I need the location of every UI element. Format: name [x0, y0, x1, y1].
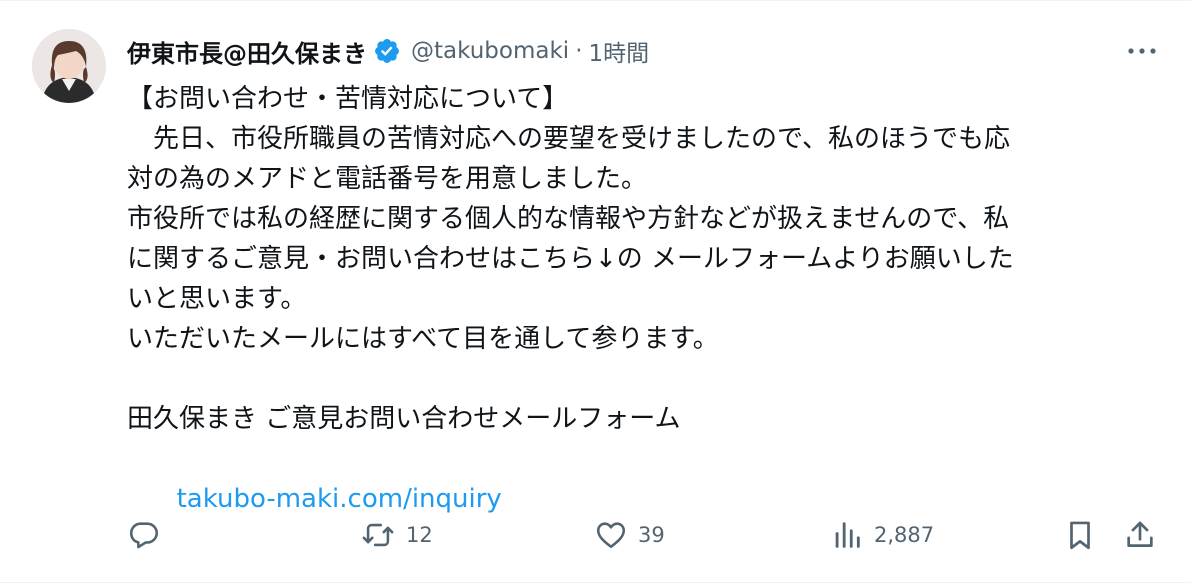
- share-icon: [1127, 521, 1153, 547]
- bookmark-button[interactable]: [1063, 513, 1097, 557]
- inquiry-link[interactable]: takubo-maki.com/inquiry: [177, 484, 502, 514]
- retweet-icon: [362, 523, 394, 547]
- timestamp[interactable]: 1時間: [589, 34, 650, 68]
- tweet-line: 対の為のメアドと電話番号を用意しました。: [127, 164, 648, 194]
- tweet-line: 先日、市役所職員の苦情対応への要望を受けましたので、私のほうでも応: [127, 124, 1010, 154]
- views-icon: [835, 522, 860, 548]
- tweet-line: 【お問い合わせ・苦情対応について】: [127, 84, 569, 114]
- tweet-header: 伊東市長@田久保まき @takubomaki · 1時間: [127, 31, 649, 71]
- user-handle[interactable]: @takubomaki: [411, 38, 569, 64]
- tweet-line: いと思います。: [127, 284, 307, 314]
- views-button[interactable]: 2,887: [830, 513, 934, 557]
- tweet-line: 市役所では私の経歴に関する個人的な情報や方針などが扱えませんので、私: [127, 204, 1010, 234]
- display-name[interactable]: 伊東市長@田久保まき: [127, 34, 367, 69]
- more-options-icon[interactable]: [1124, 37, 1160, 65]
- header-separator: ·: [575, 38, 583, 64]
- retweet-count: 12: [406, 523, 433, 547]
- tweet-line: いただいたメールにはすべて目を通して参ります。: [127, 324, 719, 354]
- reply-button[interactable]: [127, 513, 161, 557]
- tweet-card[interactable]: 伊東市長@田久保まき @takubomaki · 1時間 【お問い合わせ・苦情対…: [0, 0, 1191, 583]
- action-bar: 12 39 2,887: [127, 513, 1167, 557]
- views-count: 2,887: [874, 523, 935, 547]
- tweet-line: に関するご意見・お問い合わせはこちら↓の メールフォームよりお願いした: [127, 244, 1014, 274]
- avatar-image: [32, 29, 106, 103]
- retweet-button[interactable]: 12: [360, 513, 433, 557]
- tweet-line: 田久保まき ご意見お問い合わせメールフォーム: [127, 404, 681, 434]
- share-button[interactable]: [1123, 513, 1157, 557]
- reply-icon: [129, 522, 159, 549]
- heart-icon: [596, 522, 626, 549]
- like-button[interactable]: 39: [594, 513, 665, 557]
- tweet-link-line: takubo-maki.com/inquiry: [127, 439, 1167, 514]
- like-count: 39: [638, 523, 665, 547]
- tweet-text: 【お問い合わせ・苦情対応について】 先日、市役所職員の苦情対応への要望を受けまし…: [127, 79, 1167, 514]
- avatar[interactable]: [32, 29, 106, 103]
- verified-badge-icon: [373, 37, 401, 65]
- bookmark-icon: [1070, 521, 1090, 550]
